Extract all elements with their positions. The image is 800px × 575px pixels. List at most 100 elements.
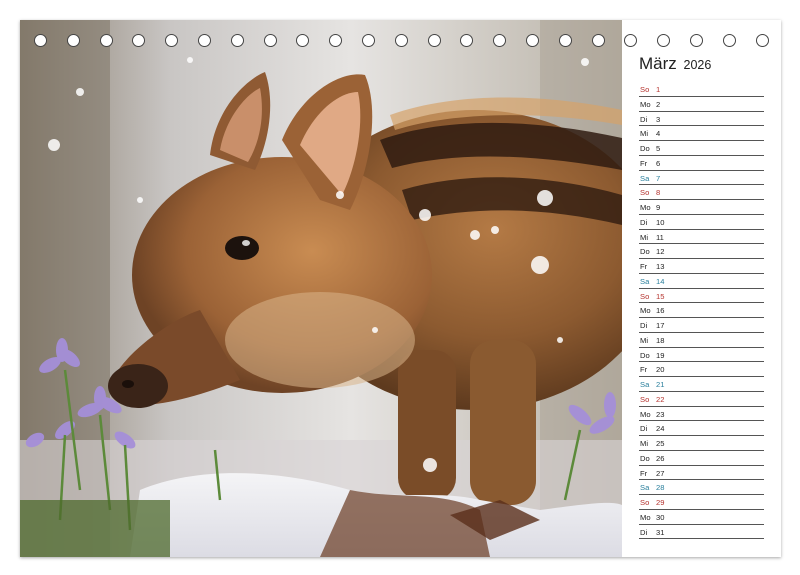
- weekday-label: Di: [640, 527, 648, 537]
- weekday-label: Fr: [640, 468, 648, 478]
- weekday-label: Mo: [640, 306, 651, 316]
- day-row: Di 3: [639, 112, 764, 127]
- weekday-label: Mi: [640, 439, 649, 448]
- day-number: 5: [656, 144, 661, 153]
- weekday-label: So: [640, 498, 650, 507]
- weekday-label: Mi: [640, 232, 649, 242]
- day-number: 30: [656, 512, 665, 522]
- binding-ring: [526, 34, 539, 47]
- spiral-binding: [20, 34, 781, 50]
- day-row: Sa 7: [639, 171, 764, 186]
- weekday-label: Do: [640, 453, 650, 463]
- weekday-label: Sa: [640, 380, 650, 389]
- day-row: Mo 2: [639, 97, 764, 112]
- year-label: 2026: [683, 58, 712, 72]
- binding-ring: [755, 34, 769, 47]
- day-number: 17: [656, 321, 665, 330]
- weekday-label: Do: [640, 247, 650, 257]
- weekday-label: Mo: [640, 409, 651, 419]
- weekday-label: Di: [640, 114, 648, 124]
- binding-ring: [394, 34, 408, 47]
- weekday-label: Mo: [640, 203, 651, 212]
- binding-ring: [230, 34, 244, 47]
- weekday-label: Fr: [640, 262, 648, 271]
- binding-ring: [165, 34, 179, 47]
- day-number: 3: [656, 114, 661, 124]
- day-row: Mi 11: [639, 230, 764, 245]
- day-number: 19: [656, 350, 665, 360]
- weekday-label: Do: [640, 144, 650, 153]
- day-number: 23: [656, 409, 665, 419]
- weekday-label: Fr: [640, 365, 648, 375]
- day-row: Mo 30: [639, 510, 764, 525]
- binding-ring: [329, 34, 343, 47]
- day-number: 10: [656, 217, 665, 227]
- binding-ring: [624, 34, 638, 47]
- day-number: 31: [656, 527, 665, 537]
- day-number: 26: [656, 453, 665, 463]
- day-number: 9: [656, 203, 661, 212]
- day-row: Di 31: [639, 525, 764, 540]
- weekday-label: Mi: [640, 335, 649, 345]
- binding-ring: [362, 34, 375, 47]
- weekday-label: Sa: [640, 173, 650, 183]
- binding-ring: [591, 34, 605, 47]
- binding-ring: [198, 34, 211, 47]
- day-number: 14: [656, 276, 665, 286]
- calendar-sidebar: März 2026 So 1 Mo 2 Di 3 Mi 4 Do 5 Fr 6 Sa 7 So 8 Mo 9 Di 1…: [622, 20, 781, 557]
- day-number: 20: [656, 365, 665, 375]
- binding-ring: [460, 34, 474, 47]
- day-number: 28: [656, 483, 665, 493]
- day-number: 1: [656, 85, 661, 94]
- day-row: So 29: [639, 495, 764, 510]
- wild-boar-piglet-image: [20, 20, 622, 557]
- binding-ring: [66, 34, 80, 47]
- day-number: 2: [656, 99, 661, 109]
- day-number: 22: [656, 394, 665, 404]
- weekday-label: Di: [640, 321, 648, 330]
- day-number: 15: [656, 291, 665, 301]
- binding-ring: [427, 34, 441, 47]
- weekday-label: Mo: [640, 99, 651, 109]
- day-row: Sa 14: [639, 274, 764, 289]
- day-row: Fr 27: [639, 466, 764, 481]
- weekday-label: So: [640, 394, 650, 404]
- day-row: Mi 18: [639, 333, 764, 348]
- binding-ring: [657, 34, 671, 47]
- day-number: 6: [656, 158, 661, 168]
- weekday-label: Do: [640, 350, 650, 360]
- day-row: Fr 13: [639, 259, 764, 274]
- weekday-label: So: [640, 188, 650, 198]
- binding-ring: [99, 34, 113, 47]
- weekday-label: So: [640, 85, 650, 94]
- day-number: 27: [656, 468, 665, 478]
- weekday-label: Mo: [640, 512, 651, 522]
- day-number: 25: [656, 439, 665, 448]
- month-title: März 2026: [639, 54, 711, 74]
- day-list: So 1 Mo 2 Di 3 Mi 4 Do 5 Fr 6 Sa 7 So 8 Mo 9 Di 10 Mi 11 Do 12 F…: [639, 82, 764, 540]
- day-row: Fr 6: [639, 156, 764, 171]
- binding-ring: [132, 34, 146, 47]
- binding-ring: [493, 34, 507, 47]
- weekday-label: Fr: [640, 158, 648, 168]
- day-number: 8: [656, 188, 661, 198]
- day-row: Di 17: [639, 318, 764, 333]
- weekday-label: Mi: [640, 129, 649, 139]
- day-number: 7: [656, 173, 661, 183]
- day-row: Di 24: [639, 421, 764, 436]
- weekday-label: Sa: [640, 276, 650, 286]
- binding-ring: [690, 34, 703, 47]
- day-number: 24: [656, 424, 665, 434]
- day-row: Do 26: [639, 451, 764, 466]
- day-number: 29: [656, 498, 665, 507]
- day-row: Do 19: [639, 348, 764, 363]
- day-row: Mi 25: [639, 436, 764, 451]
- binding-ring: [722, 34, 736, 47]
- day-row: Do 5: [639, 141, 764, 156]
- day-number: 18: [656, 335, 665, 345]
- binding-ring: [296, 34, 310, 47]
- day-row: Mo 16: [639, 303, 764, 318]
- weekday-label: Di: [640, 217, 648, 227]
- day-number: 4: [656, 129, 661, 139]
- day-number: 11: [656, 232, 664, 242]
